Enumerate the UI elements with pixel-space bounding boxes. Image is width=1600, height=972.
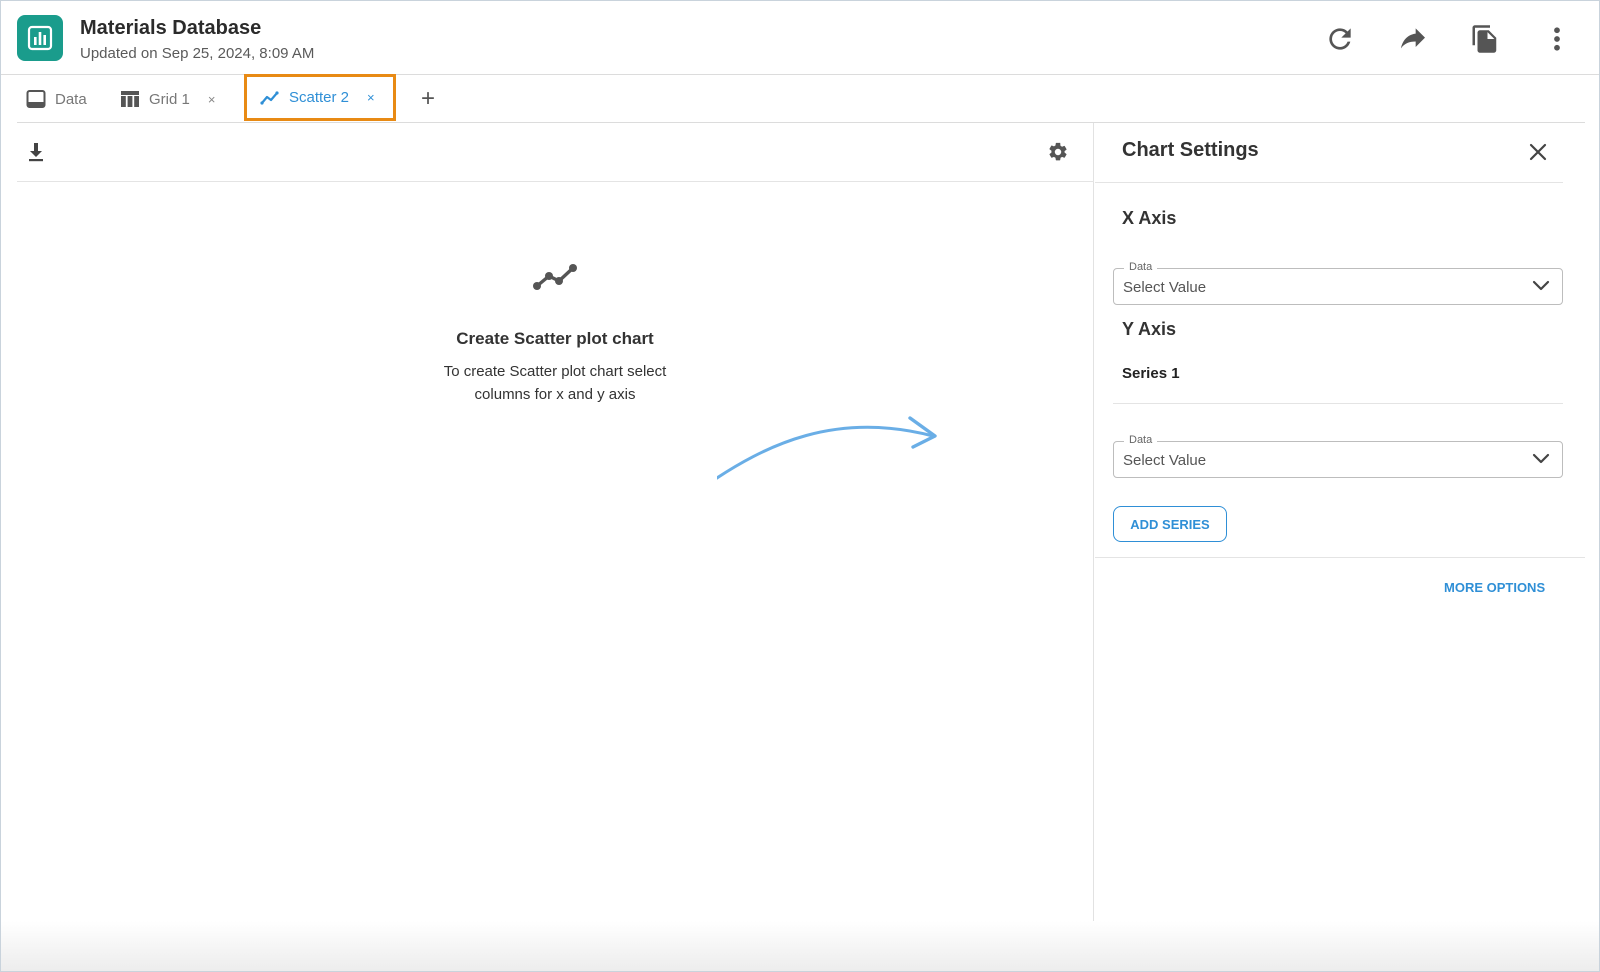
empty-state-title: Create Scatter plot chart (456, 329, 654, 348)
last-updated-text: Updated on Sep 25, 2024, 8:09 AM (80, 45, 315, 62)
y-axis-data-select[interactable]: Data Select Value (1113, 434, 1563, 478)
tab-grid-1[interactable]: Grid 1 × (119, 75, 215, 123)
gear-icon (1049, 142, 1067, 161)
tab-label: Grid 1 (149, 90, 190, 108)
add-tab-button[interactable]: + (414, 85, 442, 113)
select-value: Select Value (1123, 452, 1207, 469)
chevron-down-icon (1532, 280, 1550, 291)
bar-chart-icon (17, 15, 63, 61)
chart-toolbar (17, 123, 1094, 182)
add-series-button[interactable]: ADD SERIES (1113, 506, 1227, 542)
more-options-menu-button[interactable] (1537, 19, 1577, 59)
page-title: Materials Database (80, 17, 262, 39)
download-button[interactable] (23, 139, 49, 165)
tab-label: Data (55, 90, 87, 108)
chart-area: Create Scatter plot chart To create Scat… (17, 123, 1094, 941)
close-tab-button[interactable]: × (208, 92, 216, 107)
panel-divider (1095, 557, 1585, 558)
copy-button[interactable] (1465, 19, 1505, 59)
tab-bar: Data Grid 1 × Scatter 2 × + (17, 74, 1585, 123)
x-axis-title: X Axis (1122, 208, 1177, 228)
more-vert-icon (1554, 27, 1560, 51)
refresh-button[interactable] (1320, 19, 1360, 59)
scatter-chart-icon (531, 258, 579, 294)
series-divider (1113, 403, 1563, 404)
x-axis-data-select[interactable]: Data Select Value (1113, 261, 1563, 305)
share-icon (1401, 28, 1425, 49)
hint-arrow-icon (717, 416, 937, 480)
window-bottom-shade (1, 921, 1599, 971)
select-value: Select Value (1123, 279, 1207, 296)
app-window: Materials Database Updated on Sep 25, 20… (0, 0, 1600, 972)
tab-label: Scatter 2 (289, 89, 350, 106)
grid-icon (119, 88, 141, 110)
line-chart-icon (259, 87, 281, 109)
tab-data[interactable]: Data (25, 75, 87, 123)
chevron-down-icon (1532, 453, 1550, 464)
empty-state-description: To create Scatter plot chart select colu… (443, 363, 667, 403)
tab-scatter-2[interactable]: Scatter 2 × (244, 74, 396, 121)
chart-settings-button[interactable] (1045, 139, 1071, 165)
copy-icon (1472, 25, 1497, 53)
panel-divider (1095, 182, 1563, 183)
close-tab-button[interactable]: × (367, 90, 375, 105)
share-button[interactable] (1393, 19, 1433, 59)
y-axis-title: Y Axis (1122, 319, 1177, 339)
refresh-icon (1329, 28, 1351, 50)
select-label: Data (1124, 434, 1158, 446)
download-icon (29, 143, 43, 162)
select-label: Data (1124, 261, 1158, 273)
panel-title: Chart Settings (1122, 139, 1259, 161)
close-panel-button[interactable] (1525, 139, 1551, 165)
more-options-link[interactable]: MORE OPTIONS (1444, 580, 1545, 595)
table-outline-icon (25, 88, 47, 110)
app-header: Materials Database Updated on Sep 25, 20… (1, 1, 1599, 75)
series-name: Series 1 (1122, 365, 1180, 382)
chart-settings-panel: Chart Settings X Axis Data Select Value … (1095, 123, 1585, 941)
close-icon (1529, 143, 1547, 161)
